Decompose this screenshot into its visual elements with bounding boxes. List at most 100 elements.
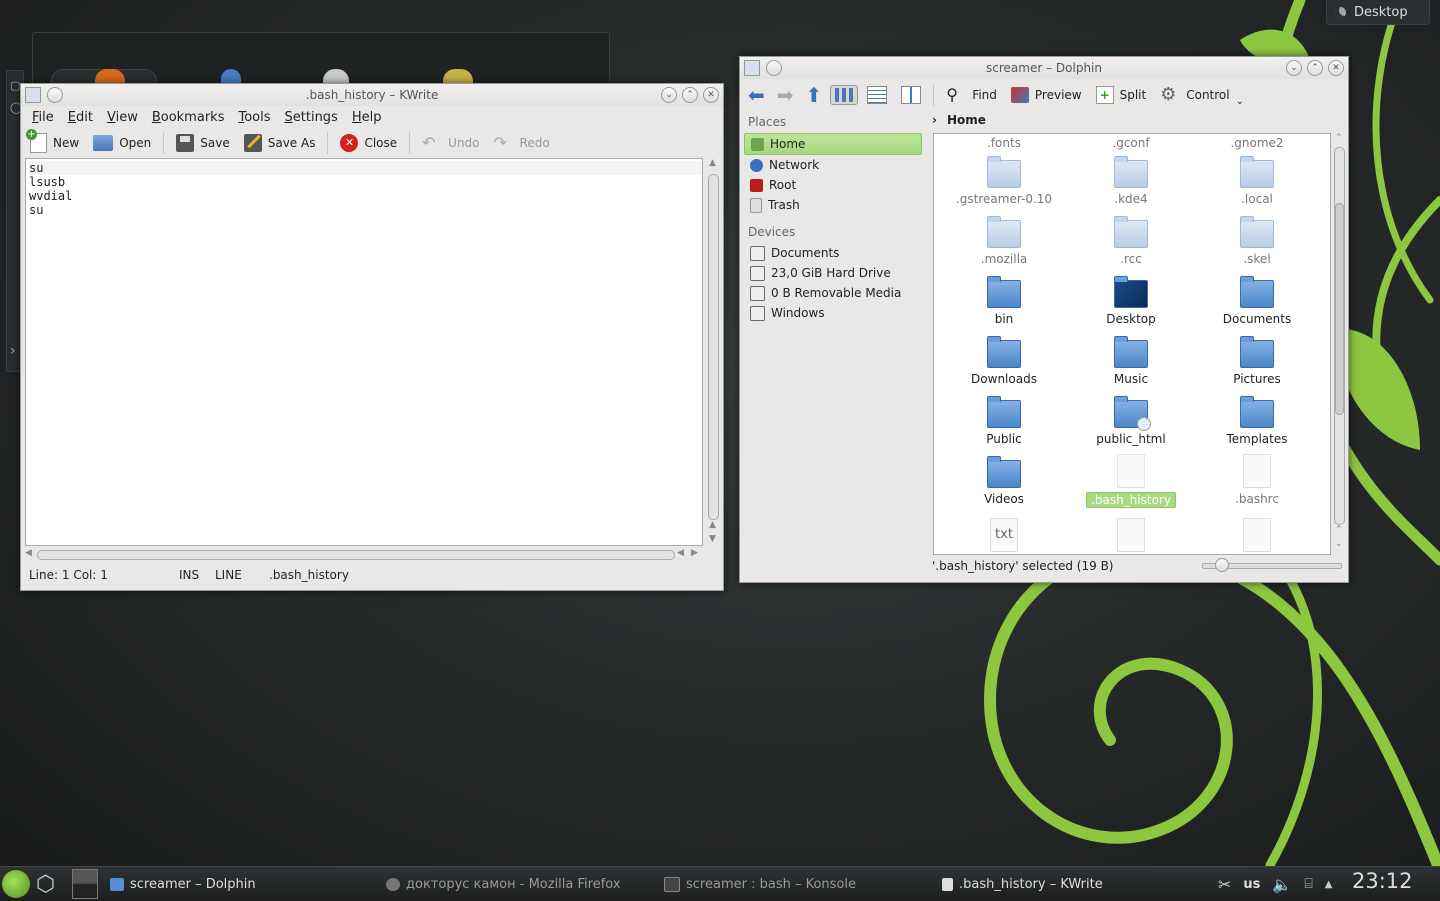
insert-mode[interactable]: INS xyxy=(179,568,215,582)
icons-view-button[interactable] xyxy=(830,85,859,105)
scrollbar-thumb[interactable] xyxy=(1335,203,1344,415)
folder-item[interactable]: Music xyxy=(1071,336,1191,386)
new-button[interactable]: + New xyxy=(25,129,84,156)
control-button[interactable]: ⚙ Control ⌄ xyxy=(1155,81,1249,110)
menu-settings[interactable]: Settings xyxy=(278,110,345,125)
scroll-up-icon[interactable]: ⌃ xyxy=(1335,133,1343,143)
menu-file[interactable]: File xyxy=(25,110,61,125)
save-as-button[interactable]: Save As xyxy=(239,131,321,155)
breadcrumb-home[interactable]: Home xyxy=(947,113,986,127)
text-editor[interactable]: su lsusb wvdial su xyxy=(25,158,703,546)
maximize-button[interactable]: ⌃ xyxy=(682,87,698,103)
zoom-slider-handle[interactable] xyxy=(1215,558,1229,572)
close-button[interactable]: ✕ xyxy=(703,87,719,103)
file-item[interactable]: txt xyxy=(944,518,1064,552)
sticky-button[interactable] xyxy=(766,60,782,76)
folder-item[interactable]: .kde4 xyxy=(1071,156,1191,206)
file-item[interactable]: .gnome2 xyxy=(1197,134,1317,150)
places-item-trash[interactable]: Trash xyxy=(744,195,924,215)
places-item-network[interactable]: Network xyxy=(744,155,924,175)
devices-item-documents[interactable]: Documents xyxy=(744,243,924,263)
kwrite-titlebar[interactable]: .bash_history – KWrite ⌄ ⌃ ✕ xyxy=(21,84,723,106)
file-item[interactable]: .fonts xyxy=(944,134,1064,150)
dolphin-titlebar[interactable]: screamer – Dolphin ⌄ ⌃ ✕ xyxy=(740,57,1348,79)
folder-item[interactable]: Documents xyxy=(1197,276,1317,326)
horizontal-scrollbar[interactable]: ◀ ◀ ▶ xyxy=(25,548,703,562)
folder-item[interactable]: bin xyxy=(944,276,1064,326)
scrollbar-track[interactable] xyxy=(37,550,675,560)
task-kwrite[interactable]: .bash_history – KWrite xyxy=(942,867,1103,901)
sticky-button[interactable] xyxy=(47,87,63,103)
menu-view[interactable]: View xyxy=(100,110,145,125)
zoom-slider[interactable] xyxy=(1202,558,1342,572)
keyboard-layout[interactable]: us xyxy=(1243,877,1260,892)
undo-button[interactable]: ↶ Undo xyxy=(417,130,484,156)
menu-bookmarks[interactable]: Bookmarks xyxy=(145,110,232,125)
up-arrow-icon[interactable]: ⬆ xyxy=(802,83,827,107)
folder-item[interactable]: Pictures xyxy=(1197,336,1317,386)
file-item[interactable] xyxy=(1197,518,1317,552)
devices-item-hard-drive[interactable]: 23,0 GiB Hard Drive xyxy=(744,263,924,283)
folder-item[interactable]: Desktop xyxy=(1071,276,1191,326)
scroll-up-icon[interactable]: ▲ xyxy=(709,520,716,530)
scroll-down-icon[interactable]: ▼ xyxy=(709,534,716,544)
file-item[interactable]: .bashrc xyxy=(1197,454,1317,506)
chevron-right-icon[interactable]: › xyxy=(10,343,16,359)
columns-view-button[interactable] xyxy=(896,83,926,107)
file-view[interactable]: .fonts .gconf .gnome2 .gstreamer-0.10 .k… xyxy=(933,133,1331,555)
file-item[interactable]: .gconf xyxy=(1071,134,1191,150)
maximize-button[interactable]: ⌃ xyxy=(1307,60,1323,76)
kwrite-app-icon[interactable] xyxy=(25,87,41,103)
scroll-up-icon[interactable]: ⌃ xyxy=(1335,525,1343,535)
minimize-button[interactable]: ⌄ xyxy=(661,87,677,103)
scroll-right-icon[interactable]: ▶ xyxy=(691,548,698,558)
file-item-selected[interactable]: .bash_history xyxy=(1071,454,1191,508)
tray-expand-icon[interactable]: ▲ xyxy=(1325,879,1333,890)
pager[interactable] xyxy=(72,867,98,901)
scroll-up-icon[interactable]: ▲ xyxy=(709,158,716,168)
menu-help[interactable]: Help xyxy=(345,110,389,125)
devices-item-removable[interactable]: 0 B Removable Media xyxy=(744,283,924,303)
open-button[interactable]: Open xyxy=(88,132,156,154)
close-document-button[interactable]: ✕ Close xyxy=(335,131,402,155)
folder-item[interactable]: .gstreamer-0.10 xyxy=(944,156,1064,206)
task-konsole[interactable]: screamer : bash – Konsole xyxy=(664,867,856,901)
split-button[interactable]: + Split xyxy=(1091,83,1152,107)
back-arrow-icon[interactable]: ⬅ xyxy=(744,83,769,107)
devices-item-windows[interactable]: Windows xyxy=(744,303,924,323)
clock[interactable]: 23:12 xyxy=(1352,869,1413,893)
redo-button[interactable]: ↷ Redo xyxy=(489,130,555,156)
selection-mode[interactable]: LINE xyxy=(215,568,269,582)
menu-tools[interactable]: Tools xyxy=(231,110,277,125)
close-button[interactable]: ✕ xyxy=(1328,60,1344,76)
tools-icon[interactable]: ✂ xyxy=(1218,875,1231,894)
places-item-root[interactable]: Root xyxy=(744,175,924,195)
folder-item[interactable]: Templates xyxy=(1197,396,1317,446)
file-item[interactable] xyxy=(1071,518,1191,552)
scroll-left-icon[interactable]: ◀ xyxy=(677,548,684,558)
scrollbar-track[interactable] xyxy=(708,174,719,520)
vertical-scrollbar[interactable]: ▲ ▲ ▼ xyxy=(706,158,720,548)
folder-item[interactable]: .skel xyxy=(1197,216,1317,266)
minimize-button[interactable]: ⌄ xyxy=(1286,60,1302,76)
folder-item[interactable]: .local xyxy=(1197,156,1317,206)
folder-item[interactable]: .mozilla xyxy=(944,216,1064,266)
desktop-button[interactable]: Desktop xyxy=(1326,0,1430,25)
folder-item[interactable]: .rcc xyxy=(1071,216,1191,266)
task-dolphin[interactable]: screamer – Dolphin xyxy=(110,867,256,901)
vertical-scrollbar[interactable]: ⌃ ⌃ ⌄ xyxy=(1332,133,1346,553)
task-firefox[interactable]: докторус камон - Mozilla Firefox xyxy=(386,867,621,901)
scroll-down-icon[interactable]: ⌄ xyxy=(1335,539,1343,549)
application-launcher[interactable] xyxy=(2,867,30,901)
forward-arrow-icon[interactable]: ➡ xyxy=(773,83,798,107)
activities-button[interactable]: ⬡ xyxy=(36,867,55,901)
dolphin-app-icon[interactable] xyxy=(744,60,760,76)
folder-item[interactable]: Public xyxy=(944,396,1064,446)
menu-edit[interactable]: Edit xyxy=(61,110,100,125)
save-button[interactable]: Save xyxy=(171,131,234,155)
network-status-icon[interactable]: ⌸ xyxy=(1304,876,1312,892)
folder-item[interactable]: Videos xyxy=(944,456,1064,506)
chevron-right-icon[interactable]: › xyxy=(932,113,937,127)
folder-item[interactable]: public_html xyxy=(1071,396,1191,446)
volume-icon[interactable]: 🔈 xyxy=(1272,875,1292,894)
